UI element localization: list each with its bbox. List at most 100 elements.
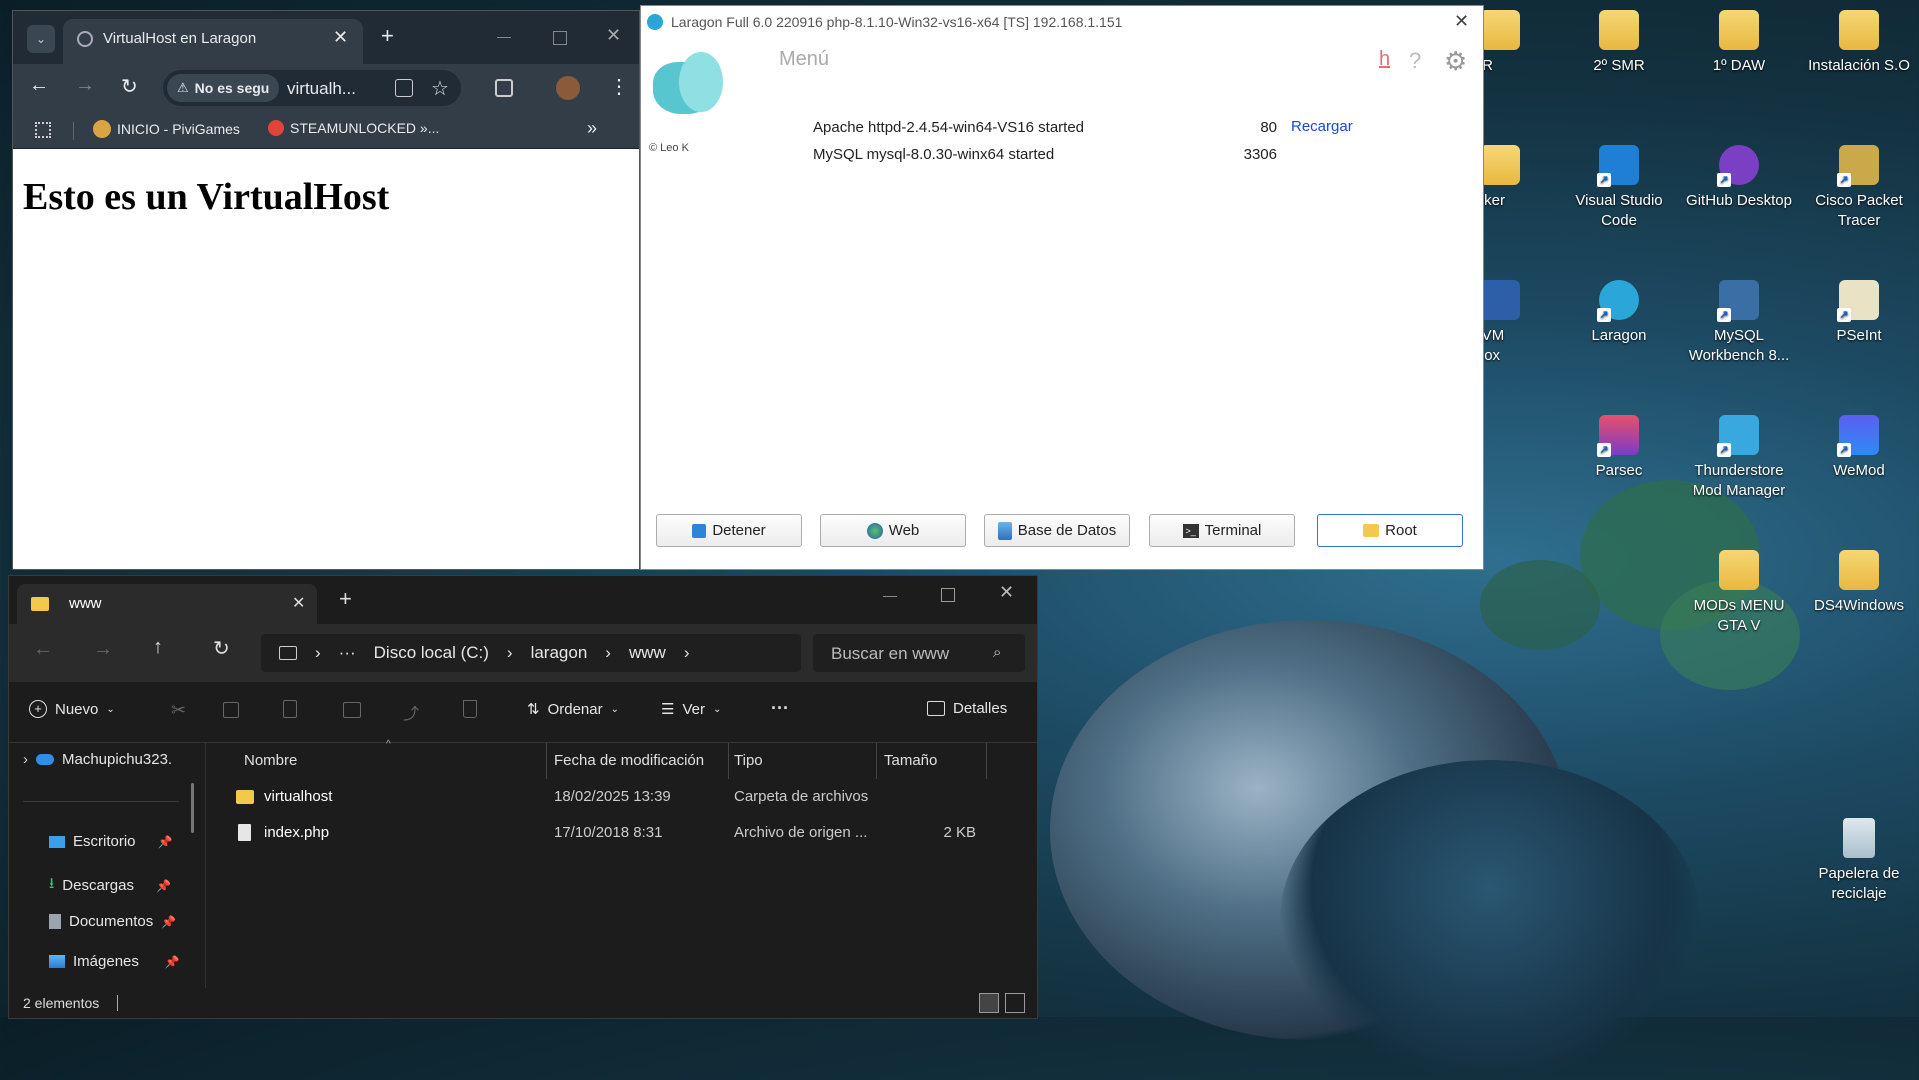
sort-button[interactable]: ⇅ Ordenar ⌄ [527,700,619,719]
stop-button[interactable]: Detener [656,514,802,547]
cut-icon[interactable]: ✂ [171,700,186,721]
bookmark-pivigames[interactable]: INICIO - PiviGames [93,120,240,138]
nav-descargas[interactable]: ⭳ Descargas 📌 [49,873,171,898]
new-tab-button[interactable]: + [339,586,352,612]
close-window-icon[interactable]: ✕ [606,25,621,46]
col-divider[interactable] [546,743,547,779]
desktop-icon-smr2[interactable]: 2º SMR [1563,10,1675,76]
nav-escritorio[interactable]: Escritorio 📌 [49,833,172,850]
laragon-close-icon[interactable]: ✕ [1454,11,1469,32]
translate-icon[interactable] [395,79,413,97]
column-name[interactable]: Nombre [244,743,297,779]
web-button[interactable]: Web [820,514,966,547]
details-button[interactable]: Detalles [927,700,1007,717]
help-icon[interactable]: ? [1409,48,1421,74]
col-divider[interactable] [986,743,987,779]
nav-onedrive[interactable]: › Machupichu323. [23,751,172,768]
new-tab-button[interactable]: + [381,23,394,49]
desktop-icon-parsec[interactable]: ↗ Parsec [1563,415,1675,481]
steam-icon [268,120,284,136]
delete-icon[interactable] [463,700,477,718]
breadcrumb-www[interactable]: www [629,643,666,663]
col-divider[interactable] [876,743,877,779]
desktop-icon-wemod[interactable]: ↗ WeMod [1803,415,1915,481]
table-row[interactable]: virtualhost 18/02/2025 13:39 Carpeta de … [206,779,1006,815]
bookmark-steamunlocked[interactable]: STEAMUNLOCKED »... [268,120,439,136]
desktop-icon-daw1[interactable]: 1º DAW [1683,10,1795,76]
root-button[interactable]: Root [1317,514,1463,547]
tiles-view-icon[interactable] [1005,993,1025,1013]
cisco-packet-tracer-icon: ↗ [1837,145,1879,187]
maximize-icon[interactable] [553,31,567,45]
tab-search-button[interactable]: ⌄ [27,25,55,53]
reload-link[interactable]: Recargar [1291,118,1353,135]
cloud-icon [36,754,54,765]
database-button[interactable]: Base de Datos [984,514,1130,547]
desktop-icon-github[interactable]: ↗ GitHub Desktop [1683,145,1795,211]
address-bar[interactable]: ⚠ No es segu virtualh... ☆ [163,70,461,106]
security-chip[interactable]: ⚠ No es segu [167,74,280,102]
desktop-icon-vscode[interactable]: ↗ Visual Studio Code [1563,145,1675,231]
col-divider[interactable] [728,743,729,779]
desktop-icon-ds4windows[interactable]: DS4Windows [1803,550,1915,616]
maximize-icon[interactable] [941,588,955,602]
close-window-icon[interactable]: ✕ [999,582,1014,603]
desktop-icon-mysql-workbench[interactable]: ↗ MySQL Workbench 8... [1683,280,1795,366]
breadcrumb-laragon[interactable]: laragon [531,643,588,663]
rename-icon[interactable] [343,702,361,718]
desktop-icon-pseint[interactable]: ↗ PSeInt [1803,280,1915,346]
folder-icon [236,790,254,804]
minimize-icon[interactable] [883,596,897,597]
copy-icon[interactable] [223,702,239,718]
column-size[interactable]: Tamaño [884,743,937,779]
search-box[interactable]: Buscar en www ⌕ [813,634,1025,672]
paste-icon[interactable] [283,700,297,718]
desktop-icon-cisco[interactable]: ↗ Cisco Packet Tracer [1803,145,1915,231]
forward-icon[interactable]: → [75,74,95,97]
forward-icon[interactable]: → [93,638,113,661]
breadcrumb-overflow[interactable]: ··· [339,643,356,663]
nav-scrollbar[interactable] [191,783,194,833]
bookmark-star-icon[interactable]: ☆ [431,76,449,101]
terminal-button[interactable]: >_ Terminal [1149,514,1295,547]
profile-avatar[interactable] [556,76,580,100]
breadcrumb-c[interactable]: Disco local (C:) [374,643,489,663]
reload-icon[interactable]: ↻ [121,74,138,99]
chrome-toolbar: ← → ↻ ⚠ No es segu virtualh... ☆ ⋮ [13,64,639,112]
explorer-tab[interactable]: www ✕ [17,584,317,624]
close-tab-icon[interactable]: ✕ [292,593,305,613]
back-icon[interactable]: ← [33,638,53,661]
table-row[interactable]: index.php 17/10/2018 8:31 Archivo de ori… [206,815,1006,851]
desktop-icon-recycle-bin[interactable]: Papelera de reciclaje [1803,818,1915,904]
nav-imagenes[interactable]: Imágenes 📌 [49,953,180,970]
more-options-icon[interactable]: ··· [771,698,789,719]
more-bookmarks-icon[interactable]: » [587,118,597,139]
desktop-icon-laragon[interactable]: ↗ Laragon [1563,280,1675,346]
nav-documentos[interactable]: Documentos 📌 [49,913,176,930]
up-icon[interactable]: ↑ [153,636,163,659]
desktop-icon-thunderstore[interactable]: ↗ Thunderstore Mod Manager [1683,415,1795,501]
file-explorer-window: www ✕ + ✕ ← → ↑ ↻ › ··· Disco local (C:)… [8,575,1038,1019]
menu-label[interactable]: Menú [779,48,829,71]
close-tab-icon[interactable]: ✕ [333,27,348,48]
new-button[interactable]: + Nuevo ⌄ [29,700,115,718]
extensions-icon[interactable] [495,79,513,97]
search-input[interactable]: Buscar en www [831,644,949,664]
refresh-icon[interactable]: ↻ [213,636,230,661]
desktop-icon-mods-gta[interactable]: MODs MENU GTA V [1683,550,1795,636]
back-icon[interactable]: ← [29,74,49,97]
view-button[interactable]: ☰ Ver ⌄ [661,700,721,719]
desktop-icon-instalacion[interactable]: Instalación S.O [1803,10,1915,76]
column-date[interactable]: Fecha de modificación [554,743,704,779]
chrome-tab-active[interactable]: VirtualHost en Laragon ✕ [63,19,363,64]
share-icon[interactable]: ⤴ [403,700,419,724]
breadcrumb[interactable]: › ··· Disco local (C:) › laragon › www › [261,634,801,672]
h-link[interactable]: h [1379,48,1390,71]
column-type[interactable]: Tipo [734,743,763,779]
wallpaper-figure-body [1280,760,1700,1080]
settings-gear-icon[interactable]: ⚙ [1444,46,1467,77]
details-view-icon[interactable] [979,993,999,1013]
apps-grid-icon[interactable] [35,122,51,138]
minimize-icon[interactable] [497,37,511,38]
chrome-menu-icon[interactable]: ⋮ [609,74,629,99]
